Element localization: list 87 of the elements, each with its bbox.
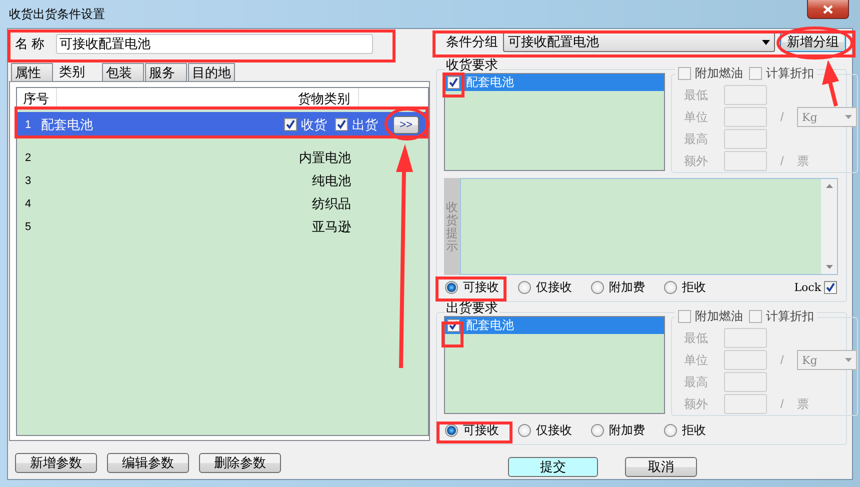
radio-button[interactable] [591, 424, 604, 437]
tab[interactable]: 包装 [102, 63, 144, 81]
window-title: 收货出货条件设置 [9, 6, 105, 22]
radio-label: 附加费 [609, 422, 645, 439]
radio-label: 仅接收 [536, 278, 572, 296]
dropdown-arrow-icon [762, 40, 770, 45]
unit-label: 票 [797, 396, 809, 413]
table-cell-text: 4 [24, 198, 32, 210]
radio-label: 仅接收 [536, 422, 572, 439]
name-field[interactable]: 可接收配置电池 [56, 34, 373, 54]
parameter-button[interactable]: 新增参数 [15, 453, 97, 473]
group-dropdown[interactable]: 可接收配置电池 [503, 32, 775, 52]
table-cell-text: 配套电池 [40, 116, 94, 134]
field-label: 名 称 [15, 35, 45, 53]
field-label: 单位 [684, 352, 709, 369]
dropdown-arrow-icon [845, 115, 852, 120]
annotation-arrow [822, 60, 839, 106]
table-cell-text: 纯电池 [311, 172, 352, 190]
field-label: 最低 [684, 330, 709, 347]
parameter-button[interactable]: 删除参数 [199, 453, 281, 473]
tab[interactable]: 属性 [11, 63, 53, 81]
checkbox-label: 计算折扣 [766, 308, 814, 326]
field-label: 最高 [684, 130, 709, 148]
radio-button[interactable] [591, 280, 604, 294]
radio-button[interactable] [518, 280, 531, 294]
table-cell-text: 纺织品 [311, 194, 352, 212]
table-cell-text: 1 [24, 118, 32, 130]
field-label: 条件分组 [446, 33, 498, 52]
dialog-button[interactable]: 提交 [508, 457, 598, 478]
radio-label: 附加费 [609, 278, 645, 296]
radio-button[interactable] [445, 280, 458, 294]
annotation-box [436, 276, 506, 302]
radio-label: 可接收 [463, 278, 499, 296]
annotation-ellipse [384, 108, 430, 140]
close-icon [823, 4, 833, 14]
checkbox-label: 计算折扣 [766, 65, 814, 82]
section-title: 出货要求 [445, 301, 499, 314]
tips-textarea[interactable] [460, 178, 838, 276]
section-title: 收货要求 [445, 58, 499, 72]
checkbox[interactable] [335, 118, 348, 131]
field-label: 单位 [684, 108, 709, 126]
dialog-button[interactable]: 取消 [625, 457, 697, 478]
separator: / [779, 353, 785, 368]
column-header[interactable]: 货物类别 [57, 88, 359, 109]
checkbox-label: 收货 [301, 116, 327, 134]
field-label: 最高 [684, 374, 709, 391]
column-header[interactable]: 序号 [17, 88, 57, 109]
tab[interactable]: 服务 [145, 63, 187, 81]
scrollbar[interactable] [821, 179, 837, 274]
radio-label: 拒收 [682, 278, 706, 296]
radio-label: 可接收 [463, 422, 499, 439]
separator: / [779, 397, 785, 412]
condition-list[interactable]: 配套电池 [444, 316, 665, 414]
separator: / [779, 110, 785, 124]
dropdown-arrow-icon [845, 358, 852, 362]
checkbox-label: 出货 [352, 116, 378, 134]
unit-label: 票 [797, 152, 809, 170]
field-label: 额外 [684, 152, 709, 170]
field-label: 最低 [684, 86, 709, 104]
radio-button[interactable] [518, 424, 531, 437]
scroll-up-icon[interactable] [826, 184, 832, 188]
table-cell-text: 5 [24, 220, 32, 232]
radio-button[interactable] [664, 424, 677, 437]
field-label: 额外 [684, 396, 709, 413]
separator: / [779, 154, 785, 168]
scroll-down-icon[interactable] [826, 265, 832, 270]
parameter-button[interactable]: 编辑参数 [107, 453, 189, 473]
checkbox[interactable] [447, 76, 460, 90]
tips-label: 收货提示 [446, 200, 458, 254]
table-cell-text: 2 [24, 152, 32, 164]
checkbox[interactable] [824, 280, 837, 294]
radio-button[interactable] [445, 424, 458, 437]
tab[interactable]: 目的地 [188, 63, 235, 81]
radio-label: 拒收 [682, 422, 706, 439]
checkbox-label: 附加燃油 [695, 65, 743, 82]
table-cell-text: 内置电池 [298, 148, 352, 166]
checkbox-label: 附加燃油 [695, 308, 743, 326]
annotation-box [442, 322, 464, 348]
table-cell-text: 3 [24, 174, 32, 186]
close-button[interactable] [807, 0, 849, 19]
move-button[interactable]: >> [393, 116, 419, 134]
checkbox[interactable] [284, 118, 297, 131]
annotation-box [442, 72, 464, 98]
checkbox-label: Lock [794, 280, 821, 294]
radio-button[interactable] [664, 280, 677, 294]
table-cell-text: 亚马逊 [311, 218, 352, 236]
condition-list[interactable]: 配套电池 [444, 73, 665, 172]
